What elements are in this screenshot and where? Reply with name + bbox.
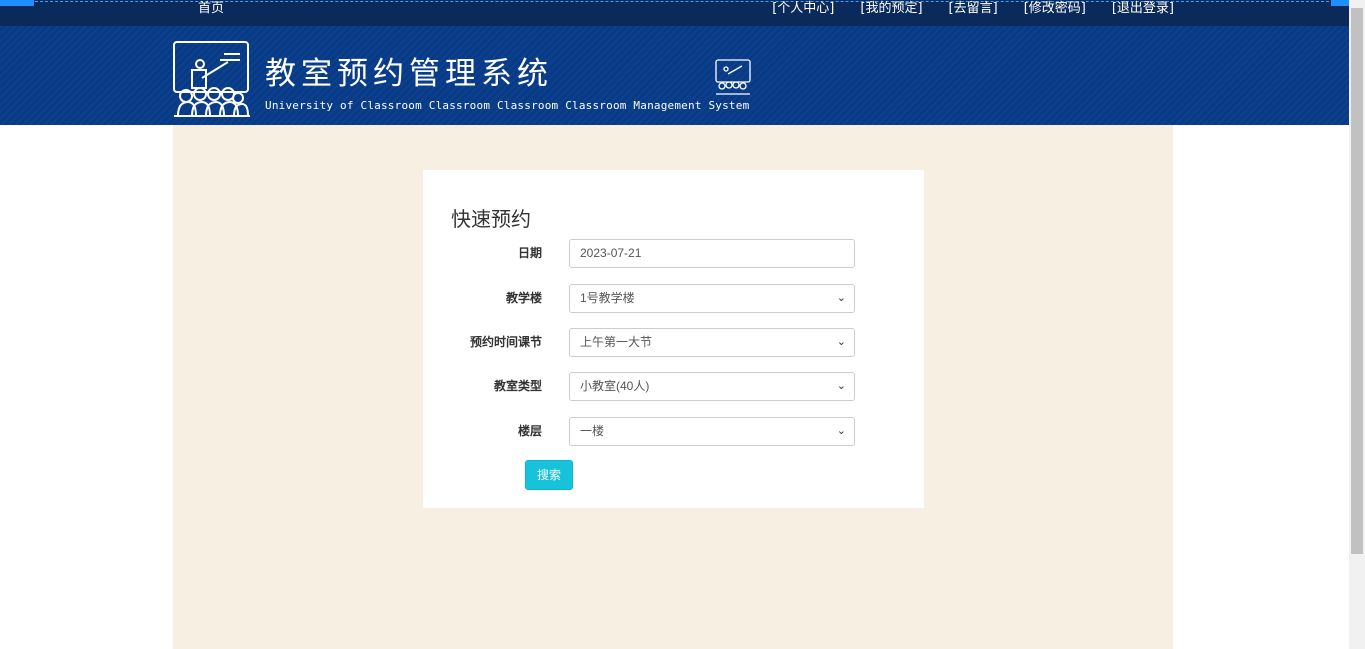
period-value: 上午第一大节	[580, 335, 653, 349]
nav-my-reservations-link[interactable]: [我的预定]	[860, 0, 922, 18]
room-type-row: 教室类型 小教室(40人) ⌄	[423, 372, 924, 404]
period-select[interactable]: 上午第一大节 ⌄	[569, 328, 855, 357]
top-accent-right	[1331, 0, 1349, 6]
date-value: 2023-07-21	[580, 246, 642, 260]
building-row: 教学楼 1号教学楼 ⌄	[423, 284, 924, 316]
chevron-down-icon: ⌄	[836, 380, 846, 392]
floor-value: 一楼	[580, 424, 605, 438]
period-label: 预约时间课节	[469, 335, 542, 349]
chevron-down-icon: ⌄	[836, 425, 846, 437]
period-row: 预约时间课节 上午第一大节 ⌄	[423, 328, 924, 360]
building-value: 1号教学楼	[580, 291, 635, 305]
building-select[interactable]: 1号教学楼 ⌄	[569, 284, 855, 313]
floor-row: 楼层 一楼 ⌄	[423, 417, 924, 449]
floor-label: 楼层	[517, 424, 542, 438]
header-banner: 教室预约管理系统 University of Classroom Classro…	[0, 26, 1349, 125]
nav-leave-message-link[interactable]: [去留言]	[949, 0, 998, 18]
page-scrollbar[interactable]	[1349, 0, 1365, 649]
quick-reservation-card: 快速预约 日期 2023-07-21 教学楼 1号教学楼 ⌄ 预约时间课节 上午…	[423, 170, 924, 508]
date-label: 日期	[517, 246, 542, 260]
top-accent-left	[0, 0, 34, 6]
chevron-down-icon: ⌄	[836, 292, 846, 304]
nav-logout-link[interactable]: [退出登录]	[1112, 0, 1174, 18]
scrollbar-thumb[interactable]	[1351, 8, 1363, 554]
classroom-small-icon	[715, 59, 751, 95]
floor-select[interactable]: 一楼 ⌄	[569, 417, 855, 446]
date-input[interactable]: 2023-07-21	[569, 239, 855, 268]
search-button[interactable]: 搜索	[525, 460, 573, 490]
form-heading: 快速预约	[451, 207, 531, 231]
site-title: 教室预约管理系统	[265, 56, 553, 92]
top-nav-bar: 首页 [个人中心] [我的预定] [去留言] [修改密码] [退出登录]	[0, 0, 1349, 26]
nav-change-password-link[interactable]: [修改密码]	[1024, 0, 1086, 18]
room-type-select[interactable]: 小教室(40人) ⌄	[569, 372, 855, 401]
room-type-label: 教室类型	[493, 379, 542, 393]
date-row: 日期 2023-07-21	[423, 239, 924, 271]
nav-links: [个人中心] [我的预定] [去留言] [修改密码] [退出登录]	[772, 0, 1174, 18]
main-content: 快速预约 日期 2023-07-21 教学楼 1号教学楼 ⌄ 预约时间课节 上午…	[173, 125, 1173, 649]
classroom-logo-icon	[173, 41, 250, 117]
chevron-down-icon: ⌄	[836, 336, 846, 348]
building-label: 教学楼	[505, 291, 542, 305]
site-subtitle: University of Classroom Classroom Classr…	[265, 99, 750, 112]
nav-home-link[interactable]: 首页	[198, 0, 224, 18]
nav-personal-center-link[interactable]: [个人中心]	[772, 0, 834, 18]
room-type-value: 小教室(40人)	[580, 379, 650, 393]
